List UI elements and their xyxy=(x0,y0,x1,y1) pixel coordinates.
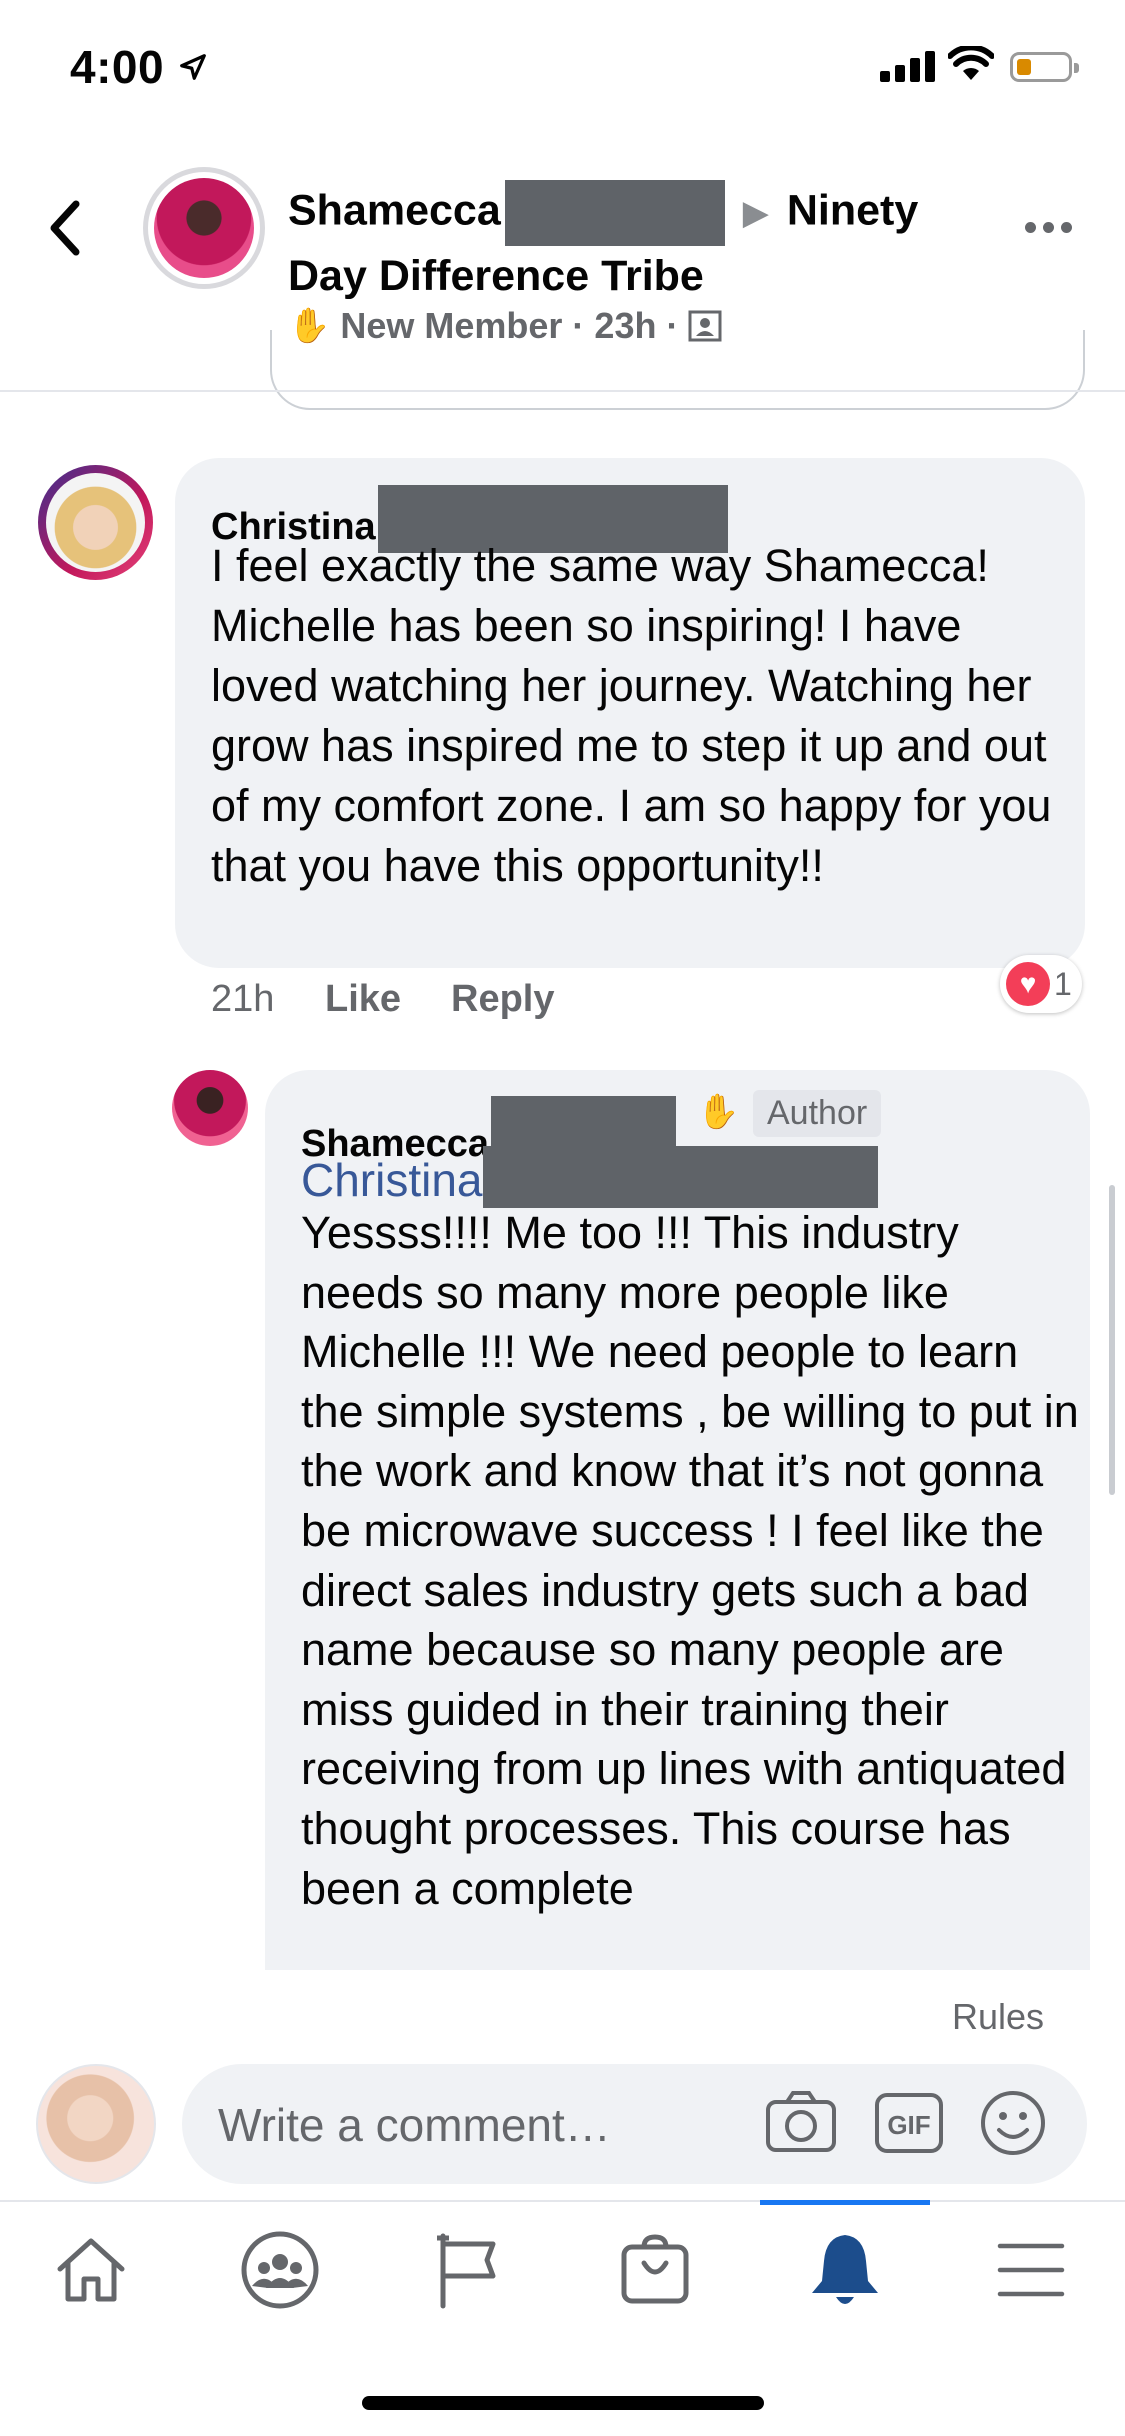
wave-hand-icon: ✋ xyxy=(697,1093,740,1131)
status-time: 4:00 xyxy=(70,41,165,93)
gif-icon[interactable]: GIF xyxy=(874,2092,944,2154)
tab-bar-divider xyxy=(0,2200,1125,2202)
current-user-avatar xyxy=(36,2064,156,2184)
reaction-count: 1 xyxy=(1054,965,1072,1002)
comment-time: 21h xyxy=(211,978,275,1020)
reaction-summary[interactable]: ♥ 1 xyxy=(1000,955,1082,1013)
post-author-name[interactable]: Shamecca xyxy=(288,186,501,234)
home-indicator[interactable] xyxy=(362,2396,764,2410)
notifications-bell-icon[interactable] xyxy=(800,2225,890,2315)
comment-input-placeholder: Write a comment… xyxy=(218,2099,611,2151)
scrollbar[interactable] xyxy=(1109,1185,1115,1495)
menu-icon[interactable] xyxy=(986,2225,1076,2315)
emoji-icon[interactable] xyxy=(980,2090,1046,2156)
location-arrow-icon xyxy=(180,54,206,80)
mention-link[interactable]: Christina xyxy=(301,1146,878,1208)
redacted-block xyxy=(504,180,725,246)
reply-author-avatar[interactable] xyxy=(172,1070,248,1146)
reply-button[interactable]: Reply xyxy=(451,978,554,1021)
rules-link[interactable]: Rules xyxy=(952,1996,1044,2038)
header-divider xyxy=(0,390,1125,392)
active-tab-indicator xyxy=(760,2200,930,2205)
post-author-avatar[interactable] xyxy=(143,167,265,289)
more-dots-icon[interactable] xyxy=(1025,220,1079,238)
comment-text: I feel exactly the same way Shamecca! Mi… xyxy=(211,540,1052,891)
svg-text:GIF: GIF xyxy=(887,2110,930,2140)
previous-comment-bubble-edge xyxy=(270,330,1085,410)
chevron-left-icon[interactable] xyxy=(46,198,86,258)
author-badge: Author xyxy=(753,1090,882,1137)
arrow-right-icon: ▶ xyxy=(742,194,769,233)
pages-flag-icon[interactable] xyxy=(423,2225,513,2315)
home-icon[interactable] xyxy=(46,2225,136,2315)
like-button[interactable]: Like xyxy=(325,978,401,1021)
cellular-signal-icon xyxy=(880,50,936,82)
camera-icon[interactable] xyxy=(765,2090,837,2154)
redacted-block xyxy=(482,1146,878,1208)
groups-icon[interactable] xyxy=(235,2225,325,2315)
battery-icon xyxy=(1010,52,1079,82)
love-reaction-icon: ♥ xyxy=(1006,962,1050,1006)
post-header-title[interactable]: Shamecca ▶ Ninety Day Difference Tribe xyxy=(288,180,968,307)
wifi-icon xyxy=(948,46,994,80)
reply-text: Yessss!!!! Me too !!! This industry need… xyxy=(301,1207,1079,1914)
marketplace-icon[interactable] xyxy=(610,2225,700,2315)
commenter-avatar[interactable] xyxy=(38,465,153,580)
